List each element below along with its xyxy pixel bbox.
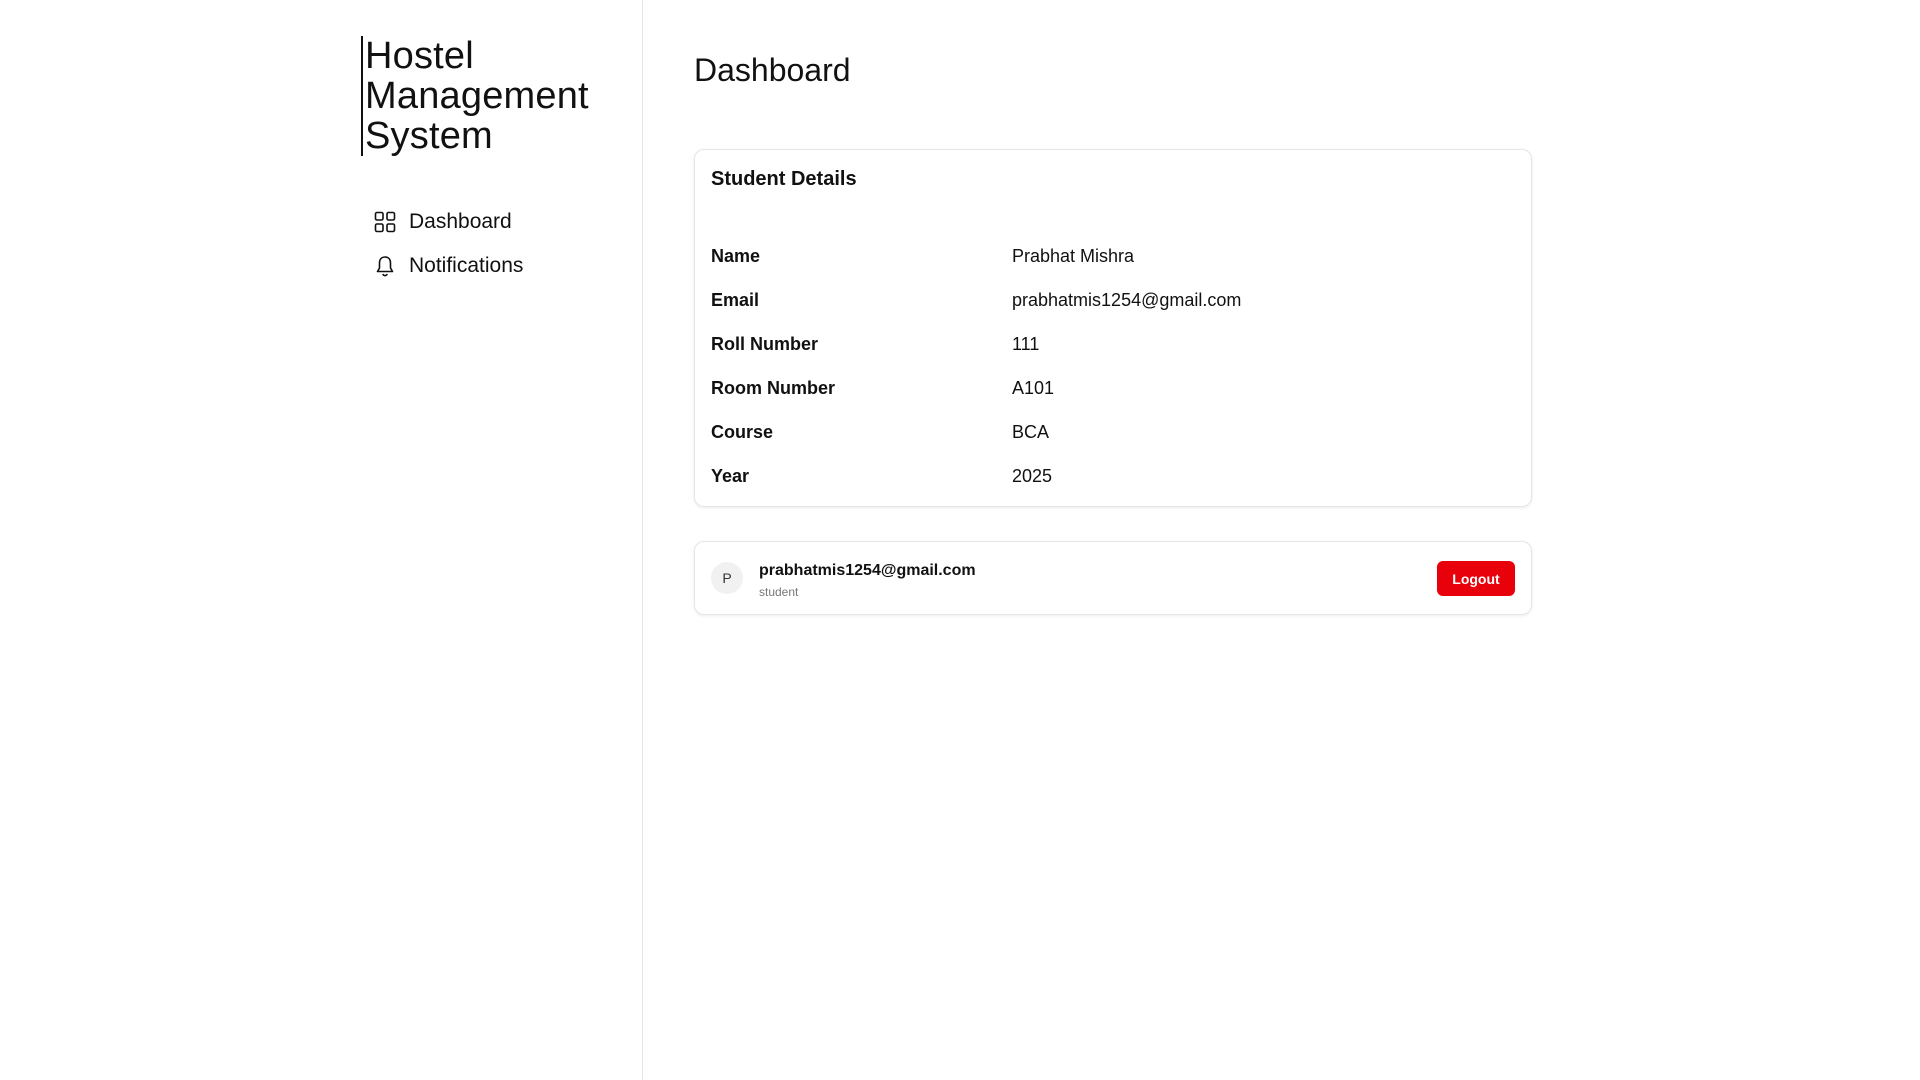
detail-row-course: Course BCA [711, 410, 1241, 454]
sidebar: Hostel Management System Dashboard Notif… [359, 0, 643, 1080]
sidebar-item-dashboard[interactable]: Dashboard [373, 200, 623, 244]
avatar: P [711, 562, 743, 594]
detail-row-year: Year 2025 [711, 454, 1241, 498]
sidebar-nav: Dashboard Notifications [373, 200, 623, 288]
card-title: Student Details [711, 168, 857, 190]
detail-label: Email [711, 289, 760, 310]
app-layout: Hostel Management System Dashboard Notif… [0, 0, 1920, 1080]
detail-value: 2025 [1012, 465, 1053, 486]
detail-value: BCA [1012, 421, 1050, 442]
detail-value: A101 [1012, 377, 1055, 398]
sidebar-item-label: Notifications [409, 254, 524, 277]
student-details-card: Student Details Name Prabhat Mishra Emai… [694, 149, 1532, 507]
sidebar-item-notifications[interactable]: Notifications [373, 244, 623, 288]
detail-value: prabhatmis1254@gmail.com [1012, 289, 1242, 310]
detail-row-room-number: Room Number A101 [711, 366, 1241, 410]
user-role: student [759, 585, 799, 599]
bell-icon [373, 254, 397, 278]
detail-label: Year [711, 465, 750, 486]
detail-value: Prabhat Mishra [1012, 245, 1135, 266]
detail-label: Course [711, 421, 774, 442]
user-email: prabhatmis1254@gmail.com [759, 562, 976, 579]
student-details-table: Name Prabhat Mishra Email prabhatmis1254… [711, 234, 1241, 498]
user-card: P prabhatmis1254@gmail.com student Logou… [694, 541, 1532, 615]
detail-value: 111 [1012, 333, 1040, 354]
detail-row-roll-number: Roll Number 111 [711, 322, 1241, 366]
sidebar-item-label: Dashboard [409, 210, 512, 233]
detail-row-email: Email prabhatmis1254@gmail.com [711, 278, 1241, 322]
page-title: Dashboard [694, 52, 851, 88]
logout-button[interactable]: Logout [1437, 561, 1515, 596]
detail-label: Name [711, 245, 761, 266]
detail-label: Room Number [711, 377, 836, 398]
detail-row-name: Name Prabhat Mishra [711, 234, 1241, 278]
app-title: Hostel Management System [361, 36, 635, 156]
detail-label: Roll Number [711, 333, 819, 354]
grid-icon [373, 210, 397, 234]
